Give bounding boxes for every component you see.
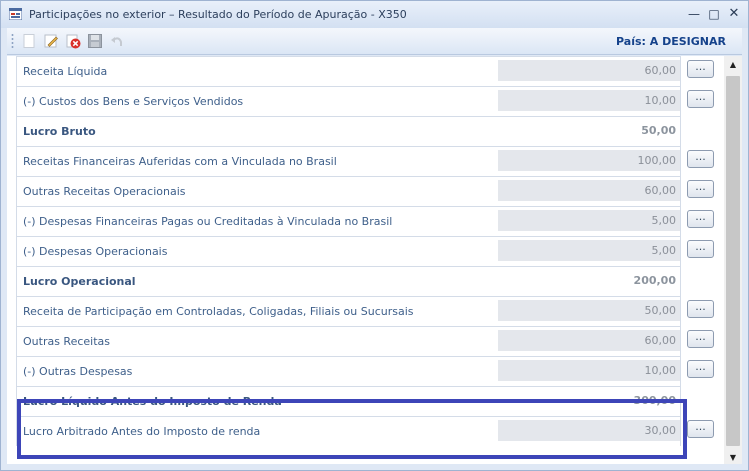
row-label: Outras Receitas (23, 335, 111, 348)
table-row: Outras Receitas 60,00 (16, 326, 681, 356)
vertical-scrollbar[interactable]: ▲ ▼ (724, 56, 742, 466)
row-label: Lucro Operacional (23, 275, 136, 288)
application-window: Participações no exterior – Resultado do… (0, 0, 749, 471)
row-detail-button[interactable]: ... (687, 300, 714, 318)
table-row: (-) Despesas Operacionais 5,00 (16, 236, 681, 266)
table-row: Outras Receitas Operacionais 60,00 (16, 176, 681, 206)
table-row: (-) Custos dos Bens e Serviços Vendidos 1… (16, 86, 681, 116)
row-label: Lucro Líquido Antes do Imposto de Renda (23, 395, 282, 408)
row-detail-button[interactable]: ... (687, 90, 714, 108)
row-label: Lucro Bruto (23, 125, 96, 138)
maximize-button[interactable]: □ (704, 5, 724, 23)
subtotal-row: Lucro Bruto 50,00 (16, 116, 681, 146)
bottom-strip (1, 464, 748, 470)
row-detail-button[interactable]: ... (687, 240, 714, 258)
row-label: Receita Líquida (23, 65, 108, 78)
new-icon[interactable] (21, 33, 37, 49)
table-row: (-) Despesas Financeiras Pagas ou Credit… (16, 206, 681, 236)
row-value-field[interactable]: 5,00 (498, 210, 680, 231)
edit-icon[interactable] (43, 33, 59, 49)
row-value-field[interactable]: 10,00 (498, 90, 680, 111)
toolbar-grip[interactable] (11, 33, 14, 50)
row-value-field[interactable]: 30,00 (498, 420, 680, 441)
table-row: Receita de Participação em Controladas, … (16, 296, 681, 326)
delete-icon[interactable] (65, 33, 81, 49)
title-bar: Participações no exterior – Resultado do… (1, 1, 748, 28)
table-row: Receitas Financeiras Auferidas com a Vin… (16, 146, 681, 176)
table-row: Receita Líquida 60,00 (16, 56, 681, 86)
row-value-field[interactable]: 10,00 (498, 360, 680, 381)
row-value-field[interactable]: 60,00 (498, 330, 680, 351)
row-detail-button[interactable]: ... (687, 210, 714, 228)
row-detail-button[interactable]: ... (687, 360, 714, 378)
subtotal-row: Lucro Operacional 200,00 (16, 266, 681, 296)
row-value-field[interactable]: 50,00 (498, 300, 680, 321)
table-row: (-) Outras Despesas 10,00 (16, 356, 681, 386)
app-window-icon (9, 8, 22, 20)
row-value-field[interactable]: 60,00 (498, 180, 680, 201)
row-total-value: 50,00 (498, 120, 680, 141)
minimize-button[interactable]: — (684, 5, 704, 23)
row-label: (-) Despesas Operacionais (23, 245, 168, 258)
row-label: (-) Despesas Financeiras Pagas ou Credit… (23, 215, 393, 228)
row-label: (-) Outras Despesas (23, 365, 133, 378)
row-value-field[interactable]: 100,00 (498, 150, 680, 171)
row-label: (-) Custos dos Bens e Serviços Vendidos (23, 95, 244, 108)
row-label: Lucro Arbitrado Antes do Imposto de rend… (23, 425, 261, 438)
subtotal-row: Lucro Líquido Antes do Imposto de Renda 3… (16, 386, 681, 416)
row-detail-button[interactable]: ... (687, 60, 714, 78)
row-value-field[interactable]: 5,00 (498, 240, 680, 261)
row-label: Receita de Participação em Controladas, … (23, 305, 414, 318)
row-label: Outras Receitas Operacionais (23, 185, 186, 198)
form-content: Receita Líquida 60,00... (-) Custos dos Be… (7, 56, 742, 466)
row-detail-button[interactable]: ... (687, 420, 714, 438)
window-title: Participações no exterior – Resultado do… (29, 8, 407, 21)
row-detail-button[interactable]: ... (687, 150, 714, 168)
country-label: País: A DESIGNAR (616, 35, 726, 48)
row-detail-button[interactable]: ... (687, 330, 714, 348)
scroll-thumb[interactable] (726, 76, 740, 446)
row-label: Receitas Financeiras Auferidas com a Vin… (23, 155, 337, 168)
row-total-value: 200,00 (498, 270, 680, 291)
toolbar: País: A DESIGNAR (7, 28, 742, 55)
scroll-up-icon[interactable]: ▲ (724, 56, 742, 73)
row-value-field[interactable]: 60,00 (498, 60, 680, 81)
row-total-value: 300,00 (498, 390, 680, 411)
undo-icon[interactable] (109, 33, 125, 49)
save-icon[interactable] (87, 33, 103, 49)
table-row: Lucro Arbitrado Antes do Imposto de rend… (16, 416, 681, 446)
row-detail-button[interactable]: ... (687, 180, 714, 198)
close-button[interactable]: ✕ (724, 5, 744, 23)
